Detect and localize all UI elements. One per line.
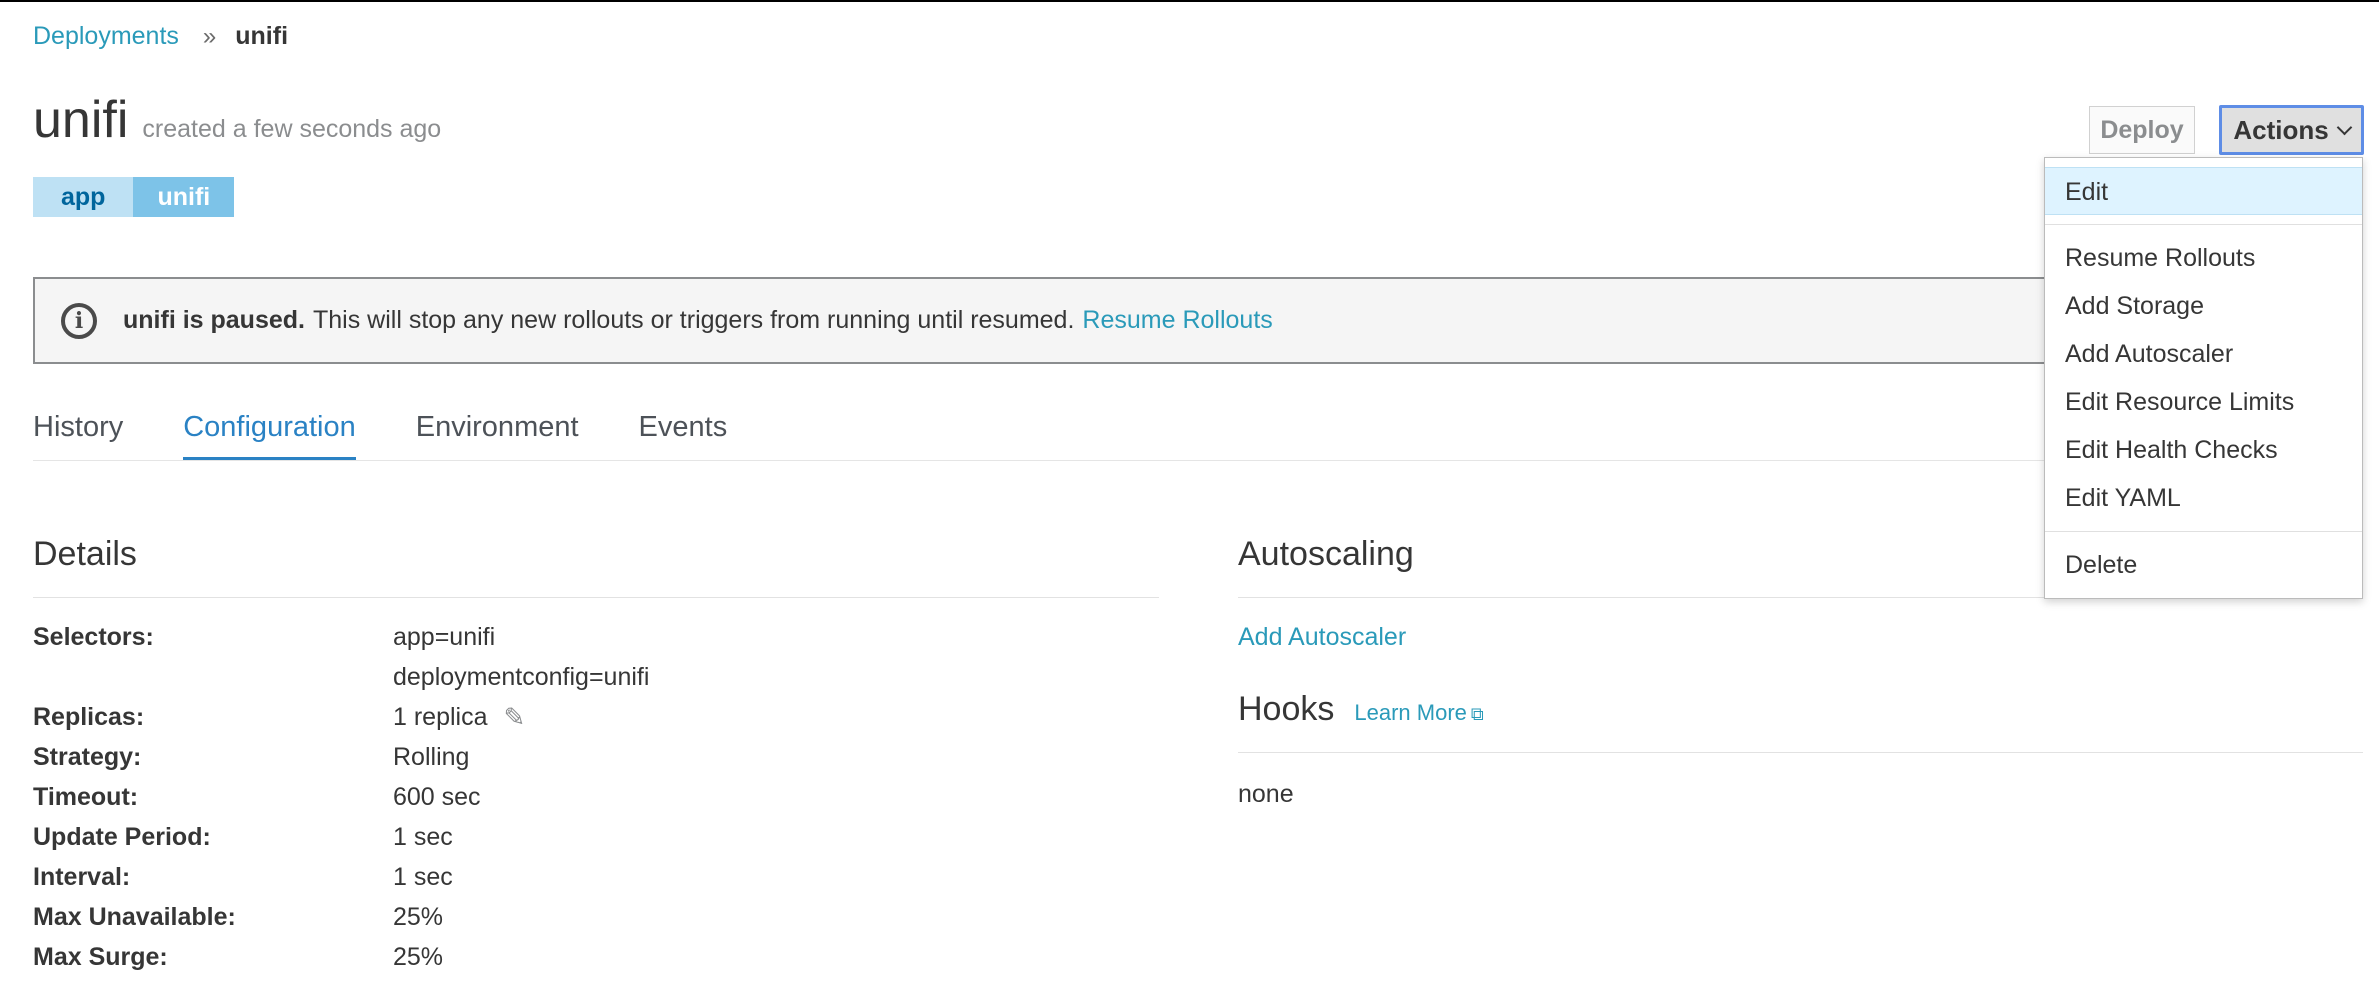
alert-message: This will stop any new rollouts or trigg… [312,306,1075,334]
detail-value: 25% [393,943,444,971]
autoscaling-heading: Autoscaling [1238,535,1414,573]
hooks-divider [1238,752,2363,753]
breadcrumb: Deployments » unifi [33,22,288,51]
add-autoscaler-link[interactable]: Add Autoscaler [1238,617,1406,657]
detail-key: Max Unavailable: [33,903,236,931]
details-heading: Details [33,535,137,573]
menu-divider [2045,224,2362,225]
alert-title: unifi is paused. [123,306,305,334]
replicas-value: 1 replica [393,703,488,731]
external-link-icon: ⧉ [1470,704,1484,724]
hooks-header: Hooks Learn More ⧉ [1238,690,1484,729]
tab-history[interactable]: History [33,407,123,461]
breadcrumb-deployments-link[interactable]: Deployments [33,22,179,51]
label-key[interactable]: app [33,177,134,217]
info-icon: i [61,302,97,339]
menu-item-add-storage[interactable]: Add Storage [2045,282,2362,330]
chevron-down-icon [2336,119,2352,135]
actions-menu: Edit Resume Rollouts Add Storage Add Aut… [2044,157,2363,599]
hooks-value: none [1238,780,1294,808]
learn-more-link[interactable]: Learn More ⧉ [1354,700,1483,726]
actions-button-label: Actions [2233,114,2329,145]
detail-value: 600 sec [393,783,481,811]
menu-item-edit-resource-limits[interactable]: Edit Resource Limits [2045,378,2362,426]
detail-row: Update Period: 1 sec [33,817,649,857]
menu-item-delete[interactable]: Delete [2045,541,2362,589]
detail-row: deploymentconfig=unifi [33,657,649,697]
tab-environment[interactable]: Environment [416,407,579,461]
page-subtitle: created a few seconds ago [142,115,442,143]
tab-configuration[interactable]: Configuration [183,407,356,461]
detail-value: 1 sec [393,823,453,851]
detail-key [33,657,393,697]
menu-item-edit-yaml[interactable]: Edit YAML [2045,474,2362,522]
details-divider [33,597,1159,598]
deploy-button[interactable]: Deploy [2089,106,2195,154]
detail-value: app=unifi [393,623,496,651]
detail-key: Selectors: [33,623,154,651]
label-value[interactable]: unifi [133,177,235,217]
tab-bar: History Configuration Environment Events [33,407,787,461]
detail-row: Replicas: 1 replica ✎ [33,697,649,737]
detail-key: Replicas: [33,703,145,731]
detail-row: Timeout: 600 sec [33,777,649,817]
page-header: unifi created a few seconds ago [33,94,441,146]
detail-value: 25% [393,903,444,931]
detail-row: Max Unavailable: 25% [33,897,649,937]
page-title: unifi [33,91,129,149]
menu-item-edit[interactable]: Edit [2045,167,2362,215]
detail-row: Interval: 1 sec [33,857,649,897]
menu-item-resume-rollouts[interactable]: Resume Rollouts [2045,234,2362,282]
detail-row: Selectors: app=unifi [33,617,649,657]
resume-rollouts-link[interactable]: Resume Rollouts [1082,306,1272,335]
detail-key: Update Period: [33,823,211,851]
detail-value: 1 sec [393,863,453,891]
tab-events[interactable]: Events [639,407,728,461]
actions-dropdown-button[interactable]: Actions [2219,105,2364,155]
detail-value: deploymentconfig=unifi [393,663,650,691]
menu-item-edit-health-checks[interactable]: Edit Health Checks [2045,426,2362,474]
detail-row: Strategy: Rolling [33,737,649,777]
breadcrumb-current: unifi [235,22,289,50]
paused-alert: i unifi is paused. This will stop any ne… [33,277,2133,364]
breadcrumb-separator: » [202,22,216,50]
detail-key: Strategy: [33,743,142,771]
pencil-icon[interactable]: ✎ [504,697,526,737]
detail-value-replicas: 1 replica ✎ [393,697,525,737]
detail-key: Interval: [33,863,131,891]
hooks-heading: Hooks [1238,690,1335,728]
menu-item-add-autoscaler[interactable]: Add Autoscaler [2045,330,2362,378]
menu-divider [2045,531,2362,532]
details-list: Selectors: app=unifi deploymentconfig=un… [33,617,649,977]
detail-row: Max Surge: 25% [33,937,649,977]
detail-key: Timeout: [33,783,139,811]
learn-more-label: Learn More [1354,700,1467,725]
tab-divider [33,460,2363,461]
label-badge[interactable]: app unifi [33,177,235,217]
detail-key: Max Surge: [33,943,168,971]
detail-value: Rolling [393,743,470,771]
